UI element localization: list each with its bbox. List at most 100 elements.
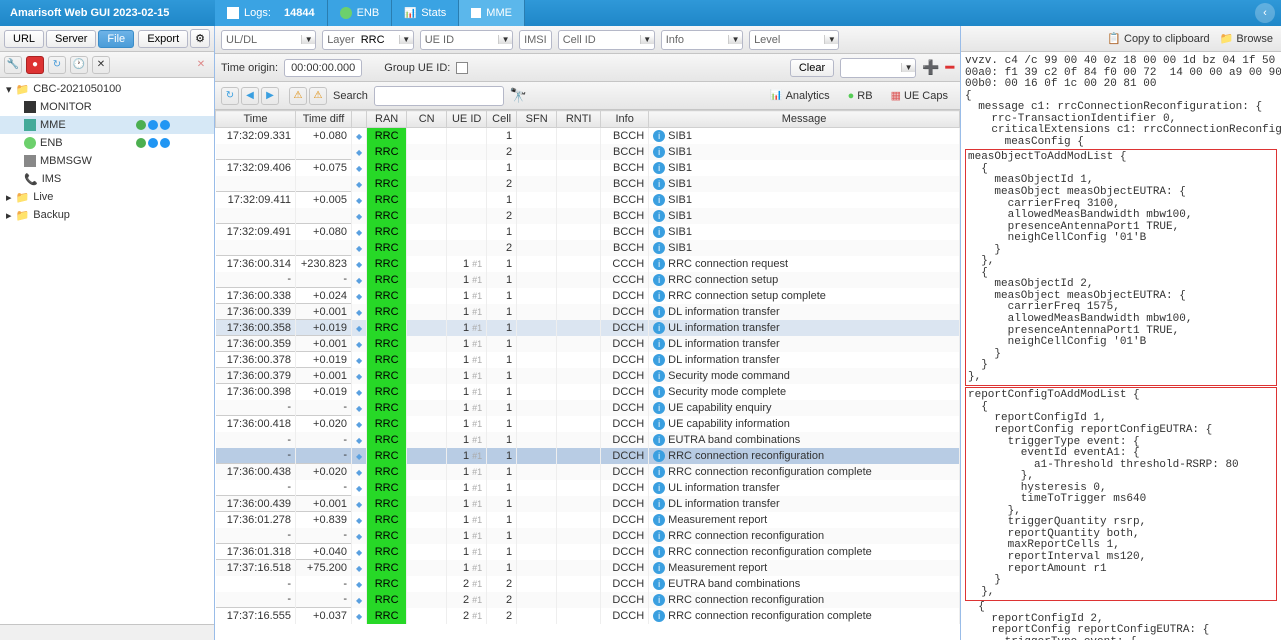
export-button[interactable]: Export — [138, 30, 188, 48]
group-ueid-checkbox[interactable] — [456, 62, 468, 74]
tool2-icon[interactable]: ✕ — [92, 56, 110, 74]
uecaps-link[interactable]: UE Caps — [885, 87, 954, 104]
detail-pane[interactable]: vvzv. c4 /c 99 00 40 0z 18 00 00 1d bz 0… — [961, 52, 1281, 640]
table-row[interactable]: 17:36:01.318+0.040◆RRC1 #11DCCHiRRC conn… — [216, 544, 960, 560]
folder-icon: 📁 — [16, 209, 30, 222]
table-row[interactable]: ◆RRC2BCCHiSIB1 — [216, 176, 960, 192]
table-row[interactable]: ◆RRC2BCCHiSIB1 — [216, 208, 960, 224]
refresh-icon[interactable]: ↻ — [48, 56, 66, 74]
tree-monitor[interactable]: MONITOR — [0, 98, 214, 116]
remove-icon[interactable]: ━ — [946, 59, 954, 76]
tree-live[interactable]: ▸📁Live — [0, 188, 214, 206]
chevron-down-icon[interactable]: ▼ — [498, 35, 512, 44]
table-row[interactable]: 17:36:00.338+0.024◆RRC1 #11DCCHiRRC conn… — [216, 288, 960, 304]
chevron-down-icon[interactable]: ▼ — [640, 35, 654, 44]
table-row[interactable]: 17:32:09.331+0.080◆RRC1BCCHiSIB1 — [216, 128, 960, 144]
analytics-link[interactable]: Analytics — [764, 88, 835, 104]
table-row[interactable]: 17:32:09.491+0.080◆RRC1BCCHiSIB1 — [216, 224, 960, 240]
table-row[interactable]: ◆RRC2BCCHiSIB1 — [216, 240, 960, 256]
chevron-down-icon[interactable]: ▼ — [901, 63, 915, 72]
top-tabs: Logs: 14844 ENB Stats MME — [215, 0, 525, 26]
table-row[interactable]: 17:36:00.314+230.823◆RRC1 #11CCCHiRRC co… — [216, 256, 960, 272]
table-row[interactable]: 17:36:00.439+0.001◆RRC1 #11DCCHiDL infor… — [216, 496, 960, 512]
table-row[interactable]: 17:36:00.358+0.019◆RRC1 #11DCCHiUL infor… — [216, 320, 960, 336]
app-title: Amarisoft Web GUI 2023-02-15 — [0, 7, 1255, 19]
file-button[interactable]: File — [98, 30, 134, 48]
info-combo[interactable]: Info▼ — [661, 30, 743, 50]
collapse-left-icon[interactable]: ‹ — [1255, 3, 1275, 23]
search-label: Search — [333, 90, 368, 102]
table-row[interactable]: --◆RRC1 #11DCCHiUE capability enquiry — [216, 400, 960, 416]
warn-icon[interactable]: ⚠ — [289, 87, 307, 105]
prev-icon[interactable]: ◀ — [241, 87, 259, 105]
table-row[interactable]: 17:36:00.339+0.001◆RRC1 #11DCCHiDL infor… — [216, 304, 960, 320]
close-icon[interactable]: ✕ — [192, 56, 210, 74]
level-combo[interactable]: Level▼ — [749, 30, 839, 50]
mme-node-icon — [24, 119, 36, 131]
tree-mbmsgw[interactable]: MBMSGW — [0, 152, 214, 170]
mme-icon — [471, 8, 481, 18]
tab-enb[interactable]: ENB — [328, 0, 393, 26]
table-row[interactable]: --◆RRC1 #11DCCHiUL information transfer — [216, 480, 960, 496]
table-row[interactable]: --◆RRC1 #11DCCHiRRC connection reconfigu… — [216, 528, 960, 544]
table-row[interactable]: 17:36:00.378+0.019◆RRC1 #11DCCHiDL infor… — [216, 352, 960, 368]
table-row[interactable]: 17:32:09.406+0.075◆RRC1BCCHiSIB1 — [216, 160, 960, 176]
table-row[interactable]: 17:32:09.411+0.005◆RRC1BCCHiSIB1 — [216, 192, 960, 208]
table-row[interactable]: 17:36:00.398+0.019◆RRC1 #11DCCHiSecurity… — [216, 384, 960, 400]
binoculars-icon[interactable]: 🔭 — [510, 87, 527, 104]
phone-icon: 📞 — [24, 173, 38, 186]
clock-icon[interactable]: 🕐 — [70, 56, 88, 74]
table-row[interactable]: --◆RRC2 #12DCCHiEUTRA band combinations — [216, 576, 960, 592]
table-row[interactable]: 17:36:00.359+0.001◆RRC1 #11DCCHiDL infor… — [216, 336, 960, 352]
time-origin-value[interactable]: 00:00:00.000 — [284, 59, 362, 77]
browse-link[interactable]: 📁Browse — [1220, 32, 1273, 45]
cellid-combo[interactable]: Cell ID▼ — [558, 30, 655, 50]
table-row[interactable]: 17:36:00.438+0.020◆RRC1 #11DCCHiRRC conn… — [216, 464, 960, 480]
table-row[interactable]: --◆RRC1 #11DCCHiRRC connection reconfigu… — [216, 448, 960, 464]
rb-link[interactable]: RB — [842, 88, 879, 104]
table-row[interactable]: 17:37:16.518+75.200◆RRC1 #11DCCHiMeasure… — [216, 560, 960, 576]
table-row[interactable]: 17:36:00.418+0.020◆RRC1 #11DCCHiUE capab… — [216, 416, 960, 432]
refresh2-icon[interactable]: ↻ — [221, 87, 239, 105]
imsi-combo[interactable]: IMSI — [519, 30, 552, 50]
tree-mme[interactable]: MME — [0, 116, 214, 134]
tree-enb[interactable]: ENB — [0, 134, 214, 152]
table-row[interactable]: 17:36:01.278+0.839◆RRC1 #11DCCHiMeasurem… — [216, 512, 960, 528]
chevron-down-icon[interactable]: ▼ — [728, 35, 742, 44]
layer-combo[interactable]: Layer▼ — [322, 30, 414, 50]
add-icon[interactable]: ➕ — [922, 59, 939, 76]
copy-clipboard-link[interactable]: 📋Copy to clipboard — [1107, 32, 1209, 45]
next-icon[interactable]: ▶ — [261, 87, 279, 105]
chevron-down-icon[interactable]: ▼ — [399, 35, 413, 44]
table-row[interactable]: ◆RRC2BCCHiSIB1 — [216, 144, 960, 160]
ueid-combo[interactable]: UE ID▼ — [420, 30, 513, 50]
server-button[interactable]: Server — [46, 30, 96, 48]
export-gear-icon[interactable]: ⚙ — [190, 29, 210, 48]
warn2-icon[interactable]: ⚠ — [309, 87, 327, 105]
chevron-down-icon[interactable]: ▼ — [301, 35, 315, 44]
url-button[interactable]: URL — [4, 30, 44, 48]
expand-icon[interactable]: ▸ — [6, 209, 12, 222]
expand-icon[interactable]: ▸ — [6, 191, 12, 204]
tab-logs[interactable]: Logs: 14844 — [215, 0, 328, 26]
tree-backup[interactable]: ▸📁Backup — [0, 206, 214, 224]
tool1-icon[interactable]: 🔧 — [4, 56, 22, 74]
search-input[interactable] — [374, 86, 504, 106]
tab-stats[interactable]: Stats — [392, 0, 459, 26]
h-scrollbar[interactable] — [0, 624, 214, 640]
clear-button[interactable]: Clear — [790, 59, 834, 77]
uldl-combo[interactable]: UL/DL▼ — [221, 30, 316, 50]
stop-icon[interactable]: ● — [26, 56, 44, 74]
table-row[interactable]: 17:36:00.379+0.001◆RRC1 #11DCCHiSecurity… — [216, 368, 960, 384]
log-table-wrap[interactable]: Time Time diff RAN CN UE ID Cell SFN RNT… — [215, 110, 960, 640]
table-row[interactable]: --◆RRC1 #11CCCHiRRC connection setup — [216, 272, 960, 288]
tree-ims[interactable]: 📞IMS — [0, 170, 214, 188]
chevron-down-icon[interactable]: ▼ — [824, 35, 838, 44]
table-row[interactable]: --◆RRC2 #12DCCHiRRC connection reconfigu… — [216, 592, 960, 608]
expand-icon[interactable]: ▾ — [6, 83, 12, 96]
tab-mme[interactable]: MME — [459, 0, 525, 26]
tree-root[interactable]: ▾📁CBC-2021050100 — [0, 80, 214, 98]
table-row[interactable]: 17:37:16.555+0.037◆RRC2 #12DCCHiRRC conn… — [216, 608, 960, 624]
table-row[interactable]: --◆RRC1 #11DCCHiEUTRA band combinations — [216, 432, 960, 448]
clear-combo[interactable]: ▼ — [840, 58, 916, 78]
